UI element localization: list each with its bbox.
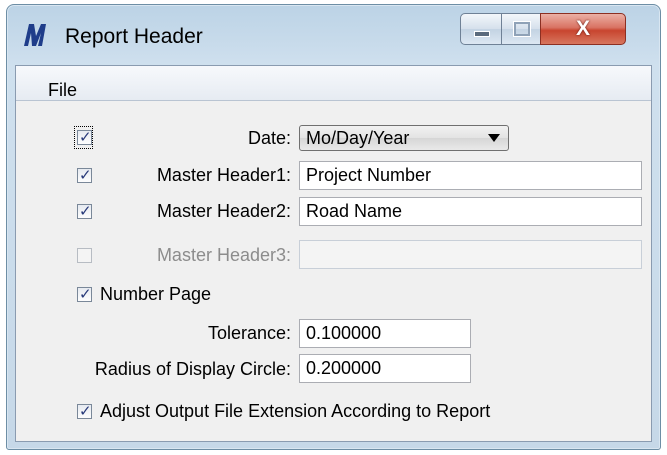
number-page-checkbox[interactable]: [77, 285, 92, 303]
master-header1-label: Master Header1:: [156, 165, 291, 185]
close-icon: X: [575, 17, 590, 40]
menu-item-file[interactable]: File: [48, 80, 77, 101]
dialog-body: File Date: Mo/Day/Year Master Header1: P…: [15, 65, 652, 442]
chevron-down-icon: [488, 134, 500, 142]
report-header-window: Report Header X File Date: Mo/Day/Year M…: [6, 4, 661, 450]
adjust-extension-label: Adjust Output File Extension According t…: [100, 401, 491, 421]
close-button[interactable]: X: [540, 13, 626, 45]
maximize-button[interactable]: [501, 13, 541, 45]
master-header2-input[interactable]: Road Name: [299, 197, 642, 226]
menu-bar: File: [16, 66, 651, 101]
tolerance-input[interactable]: 0.100000: [299, 319, 471, 348]
master-header3-input[interactable]: [299, 240, 642, 269]
master-header3-label: Master Header3:: [156, 245, 291, 265]
master-header1-input[interactable]: Project Number: [299, 161, 642, 190]
radius-input[interactable]: 0.200000: [299, 354, 471, 383]
window-title: Report Header: [65, 25, 203, 48]
date-format-select[interactable]: Mo/Day/Year: [299, 125, 509, 151]
tolerance-label: Tolerance:: [207, 323, 291, 343]
minimize-icon: [474, 31, 490, 37]
app-logo-icon: [24, 24, 46, 46]
master-header3-checkbox[interactable]: [77, 248, 92, 263]
adjust-extension-checkbox[interactable]: [77, 402, 92, 420]
master-header2-checkbox[interactable]: [77, 202, 92, 220]
date-format-value: Mo/Day/Year: [306, 128, 410, 148]
date-label: Date:: [247, 128, 291, 148]
maximize-icon: [514, 22, 530, 36]
number-page-label: Number Page: [100, 284, 212, 304]
radius-label: Radius of Display Circle:: [94, 359, 291, 379]
master-header2-label: Master Header2:: [156, 201, 291, 221]
date-checkbox[interactable]: [77, 128, 92, 146]
minimize-button[interactable]: [460, 13, 502, 45]
master-header1-checkbox[interactable]: [77, 166, 92, 184]
title-bar[interactable]: Report Header X: [7, 5, 660, 63]
